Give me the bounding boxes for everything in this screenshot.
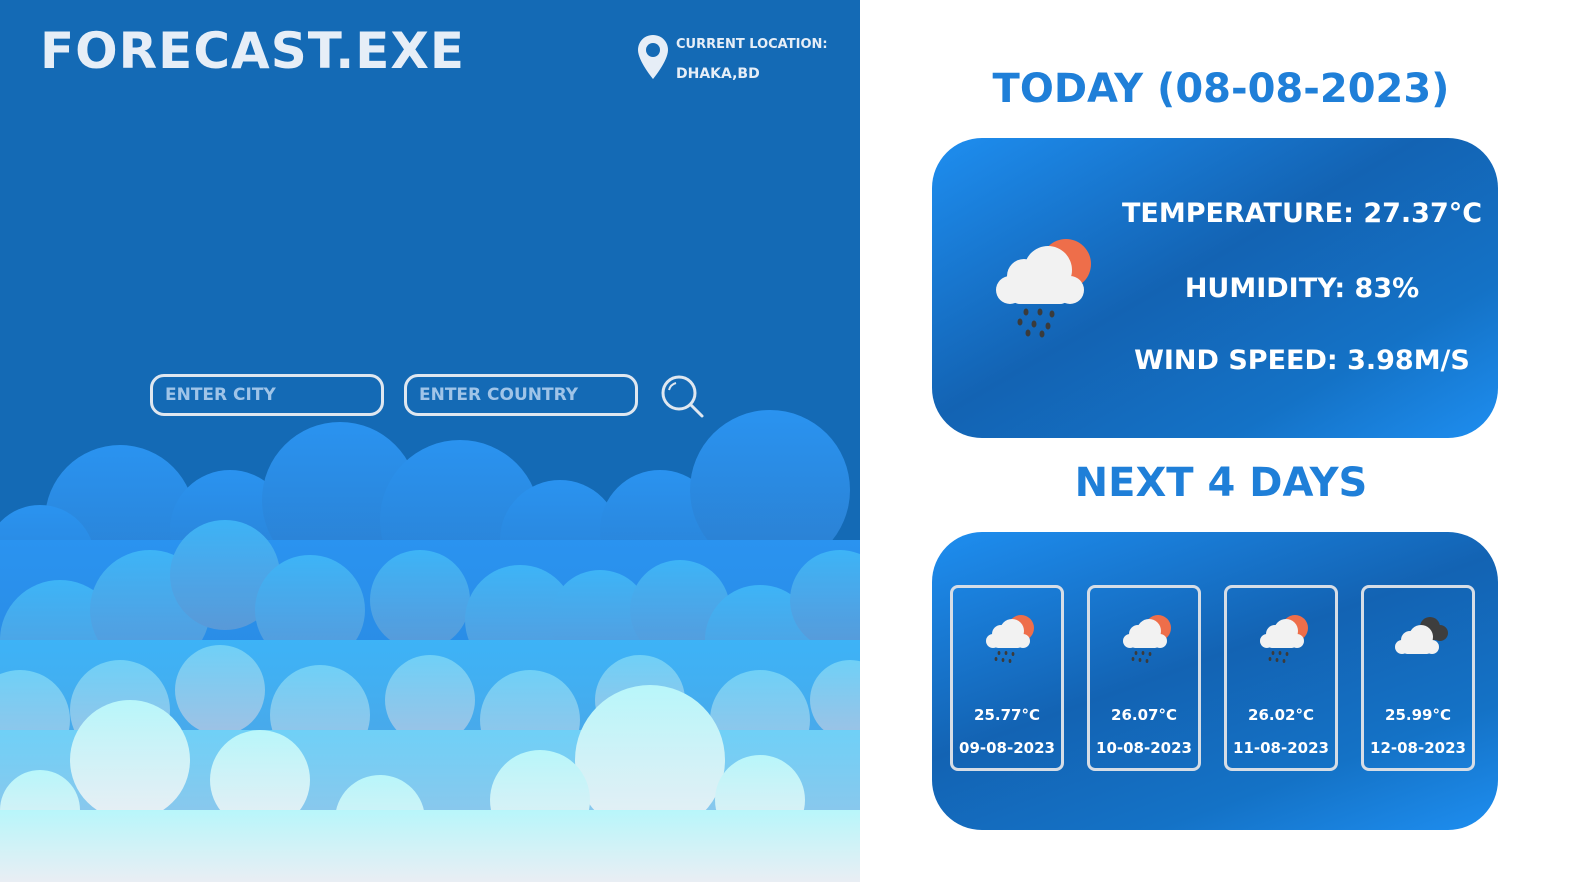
forecast-temp: 25.99°C xyxy=(1385,706,1451,724)
location-value: DHAKA,BD xyxy=(676,66,760,82)
forecast-day-card: 26.02°C 11-08-2023 xyxy=(1224,585,1338,771)
rain-cloud-sun-icon xyxy=(1260,615,1308,663)
city-input[interactable] xyxy=(150,374,384,416)
today-weather-card: TEMPERATURE: 27.37°C HUMIDITY: 83% WIND … xyxy=(932,138,1498,438)
forecast-day-card: 25.99°C 12-08-2023 xyxy=(1361,585,1475,771)
app-title: FORECAST.EXE xyxy=(40,22,466,80)
forecast-day-card: 25.77°C 09-08-2023 xyxy=(950,585,1064,771)
forecast-date: 11-08-2023 xyxy=(1233,739,1329,757)
forecast-temp: 26.02°C xyxy=(1248,706,1314,724)
rain-cloud-sun-icon xyxy=(996,239,1091,338)
forecast-temp: 26.07°C xyxy=(1111,706,1177,724)
forecast-date: 10-08-2023 xyxy=(1096,739,1192,757)
country-input[interactable] xyxy=(404,374,638,416)
search-icon[interactable] xyxy=(660,374,706,420)
today-heading: TODAY (08-08-2023) xyxy=(992,66,1450,112)
location-pin-icon xyxy=(638,35,668,79)
forecast-day-card: 26.07°C 10-08-2023 xyxy=(1087,585,1201,771)
overcast-clouds-icon xyxy=(1395,617,1448,654)
location-label: CURRENT LOCATION: xyxy=(676,37,828,52)
forecast-date: 09-08-2023 xyxy=(959,739,1055,757)
clouds-background xyxy=(0,410,860,882)
current-location: CURRENT LOCATION: DHAKA,BD xyxy=(636,33,846,93)
temperature-value: TEMPERATURE: 27.37°C xyxy=(1122,198,1483,229)
rain-cloud-sun-icon xyxy=(986,615,1034,663)
forecast-date: 12-08-2023 xyxy=(1370,739,1466,757)
forecast-card: 25.77°C 09-08-2023 26.07°C 10-08-2023 26… xyxy=(932,532,1498,830)
forecast-temp: 25.77°C xyxy=(974,706,1040,724)
humidity-value: HUMIDITY: 83% xyxy=(1184,273,1420,304)
search-panel: FORECAST.EXE CURRENT LOCATION: DHAKA,BD xyxy=(0,0,860,882)
forecast-heading: NEXT 4 DAYS xyxy=(1074,460,1368,506)
rain-cloud-sun-icon xyxy=(1123,615,1171,663)
wind-speed-value: WIND SPEED: 3.98M/S xyxy=(1134,345,1470,376)
